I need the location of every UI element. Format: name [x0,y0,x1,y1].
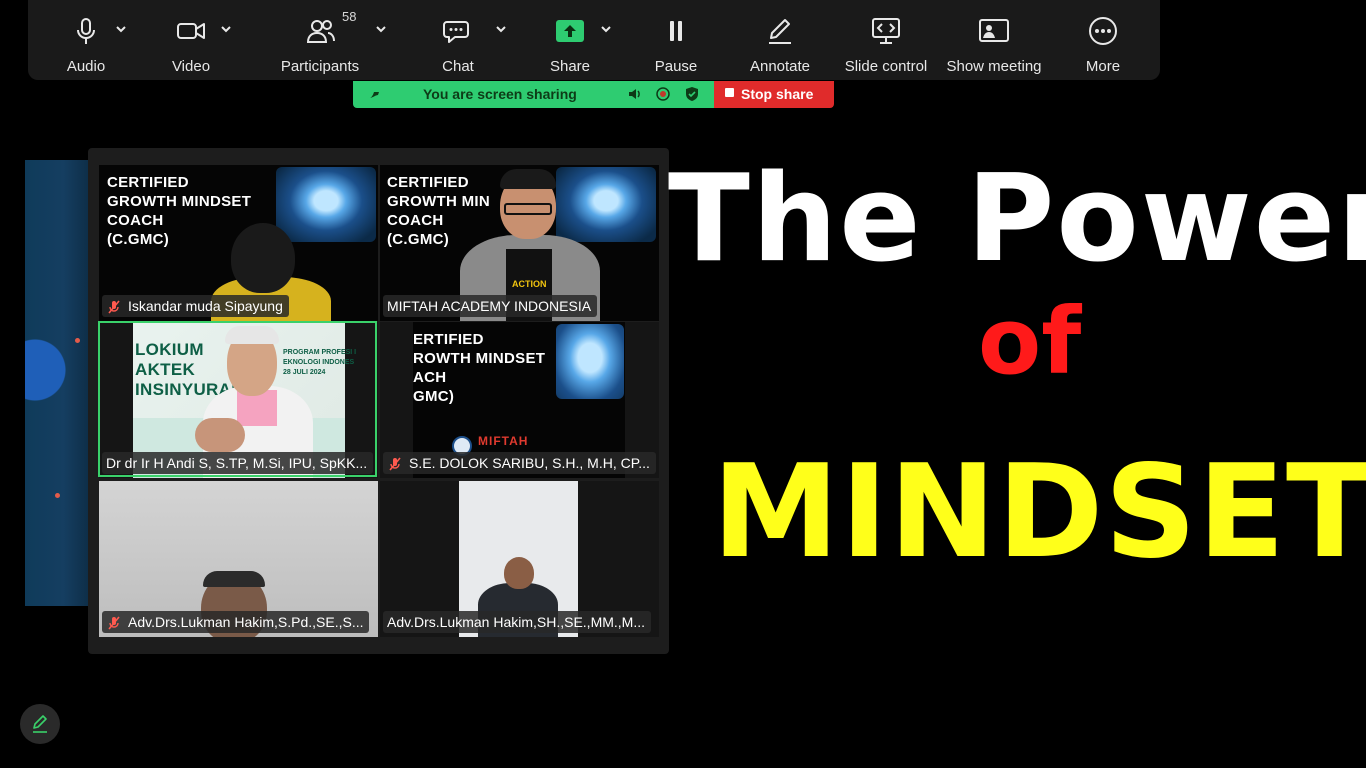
shirt-print-text: ACTION [512,279,547,289]
participant-name-tag: Adv.Drs.Lukman Hakim,SH.,SE.,MM.,M... [383,611,652,633]
audio-options-chevron-icon[interactable] [114,22,128,36]
slide-heading-line2: of [978,288,1082,395]
brain-graphic [556,167,656,242]
decorative-dot [75,338,80,343]
slide-control-label: Slide control [844,58,928,75]
show-meeting-button[interactable]: Show meeting [943,0,1045,80]
screen-sharing-banner: You are screen sharing [353,81,714,108]
participant-hair [500,169,556,189]
record-icon[interactable] [655,86,671,102]
show-meeting-label: Show meeting [946,58,1042,75]
meeting-toolbar: Audio Video Participants 58 Chat Share P… [28,0,1160,80]
brain-graphic [276,167,376,242]
video-tile-3[interactable]: LOKIUM AKTEK INSINYURAN PROGRAM PROFESI … [99,322,378,478]
decorative-dot [55,493,60,498]
annotate-label: Annotate [749,58,811,75]
microphone-icon [70,16,102,46]
slide-title-text: ERTIFIED ROWTH MINDSET ACH GMC) [413,331,546,405]
slide-control-icon [870,16,902,46]
share-screen-icon [554,16,586,46]
participant-head [231,223,295,293]
slide-title-text: CERTIFIED GROWTH MINDSET COACH (C.GMC) [107,174,252,248]
slide-heading-line1: The Power [668,150,1366,289]
slide-heading-line3: MINDSET [712,438,1366,587]
video-options-chevron-icon[interactable] [219,22,233,36]
slide-control-button[interactable]: Slide control [838,0,934,80]
participant-name-tag: MIFTAH ACADEMY INDONESIA [383,295,598,317]
participants-label: Participants [280,58,360,75]
security-shield-icon[interactable] [684,86,700,102]
video-tile-5[interactable]: Adv.Drs.Lukman Hakim,S.Pd.,SE.,S... [99,481,378,637]
video-tile-1[interactable]: CERTIFIED GROWTH MINDSET COACH (C.GMC) I… [99,165,378,321]
chat-options-chevron-icon[interactable] [494,22,508,36]
more-button[interactable]: More [1076,0,1130,80]
stop-share-button[interactable]: Stop share [714,81,834,108]
more-options-icon [1087,16,1119,46]
participant-head [504,557,534,589]
participant-name-tag: S.E. DOLOK SARIBU, S.H., M.H, CP... [383,452,656,474]
share-button[interactable]: Share [542,0,598,80]
muted-mic-icon [106,615,122,631]
participant-name-tag: Dr dr Ir H Andi S, S.TP, M.Si, IPU, SpKK… [102,452,374,474]
speaker-icon[interactable] [627,86,643,102]
participant-name-tag: Iskandar muda Sipayung [102,295,289,317]
slide-title-text: CERTIFIED GROWTH MIN COACH (C.GMC) [387,174,490,248]
pen-icon [33,715,47,733]
participant-hair [225,326,279,344]
participant-hand [195,418,245,452]
annotate-button[interactable]: Annotate [740,0,820,80]
pencil-icon [764,16,796,46]
pause-label: Pause [654,58,698,75]
floating-annotate-button[interactable] [20,704,60,744]
participants-count-badge: 58 [342,9,357,24]
brain-graphic [556,324,624,399]
participants-options-chevron-icon[interactable] [374,22,388,36]
video-tile-2[interactable]: CERTIFIED GROWTH MIN COACH (C.GMC) ACTIO… [380,165,659,321]
video-tile-6[interactable]: Adv.Drs.Lukman Hakim,SH.,SE.,MM.,M... [380,481,659,637]
background-window-edge [25,160,89,606]
video-label: Video [171,58,211,75]
slide-footer-text: MIFTAH [478,434,529,448]
audio-label: Audio [66,58,106,75]
more-label: More [1085,58,1121,75]
participant-hair [203,571,265,587]
show-meeting-icon [978,16,1010,46]
share-label: Share [549,58,591,75]
chat-bubble-icon [442,16,474,46]
stop-share-label: Stop share [741,86,814,102]
participant-name-tag: Adv.Drs.Lukman Hakim,S.Pd.,SE.,S... [102,611,370,633]
glasses-graphic [504,203,552,215]
chat-button[interactable]: Chat [430,0,486,80]
stop-square-icon [725,88,734,97]
pause-icon [660,16,692,46]
pause-share-button[interactable]: Pause [648,0,704,80]
share-options-chevron-icon[interactable] [599,22,613,36]
muted-mic-icon [387,456,403,472]
banner-text-right: PROGRAM PROFESI I EKNOLOGI INDONES 28 JU… [283,349,357,376]
muted-mic-icon [106,299,122,315]
video-tile-4[interactable]: ERTIFIED ROWTH MINDSET ACH GMC) MIFTAH S… [380,322,659,478]
participants-icon [304,16,336,46]
chat-label: Chat [442,58,474,75]
drag-handle-icon[interactable] [367,86,383,102]
video-button[interactable]: Video [163,0,219,80]
screen-sharing-status-text: You are screen sharing [423,86,577,102]
video-camera-icon [175,16,207,46]
audio-button[interactable]: Audio [58,0,114,80]
